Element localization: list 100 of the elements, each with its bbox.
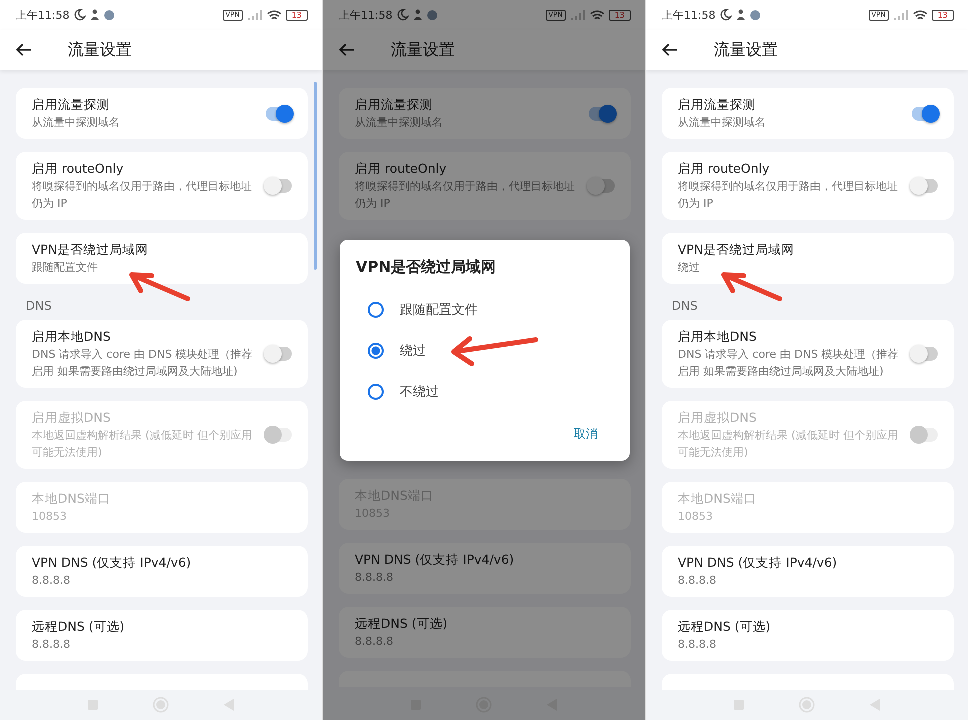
setting-value: 8.8.8.8 <box>678 573 718 589</box>
setting-value: 绕过 <box>678 260 701 276</box>
setting-value: 10853 <box>678 509 714 525</box>
signal-icon <box>570 10 586 20</box>
radio-button[interactable] <box>368 302 384 318</box>
setting-title: 启用本地DNS <box>678 328 758 346</box>
setting-description: 将嗅探得到的域名仅用于路由，代理目标地址仍为 IP <box>32 179 253 212</box>
setting-description: 从流量中探测域名 <box>355 115 444 131</box>
status-time: 上午11:58 <box>16 8 70 22</box>
setting-title: 启用虚拟DNS <box>678 409 758 427</box>
setting-description: 本地返回虚构解析结果 (减低延时 但个别应用可能无法使用) <box>678 428 900 461</box>
battery-indicator: 13 <box>932 10 954 20</box>
page-title: 流量设置 <box>714 40 778 60</box>
option-label[interactable]: 不绕过 <box>400 382 439 400</box>
home-icon[interactable] <box>152 697 169 713</box>
setting-title: 启用流量探测 <box>678 96 757 114</box>
back-arrow-icon[interactable] <box>662 43 678 57</box>
toggle-switch[interactable] <box>589 106 615 120</box>
setting-value: 10853 <box>32 509 68 525</box>
setting-title: VPN是否绕过局域网 <box>678 241 796 259</box>
setting-value: 8.8.8.8 <box>32 573 72 589</box>
battery-indicator: 13 <box>286 10 308 20</box>
moon-icon <box>74 9 86 21</box>
scrollbar[interactable] <box>314 82 317 270</box>
option-label[interactable]: 跟随配置文件 <box>400 300 478 318</box>
page-title: 流量设置 <box>391 40 455 60</box>
setting-title: 本地DNS端口 <box>678 490 758 508</box>
setting-title: 启用虚拟DNS <box>32 409 112 427</box>
settings-card[interactable]: 远程DNS (可选) 8.8.8.8 <box>16 610 308 661</box>
setting-value: 8.8.8.8 <box>355 570 394 586</box>
settings-card[interactable]: 启用流量探测 从流量中探测域名 <box>662 88 954 139</box>
back-arrow-icon[interactable] <box>16 43 32 57</box>
app-icon <box>104 10 115 20</box>
app-icon <box>750 10 761 20</box>
setting-description: 本地返回虚构解析结果 (减低延时 但个别应用可能无法使用) <box>32 428 254 461</box>
settings-card[interactable]: 启用流量探测 从流量中探测域名 <box>339 88 631 139</box>
recents-icon[interactable] <box>88 700 98 710</box>
toggle-switch[interactable] <box>266 347 292 361</box>
person-icon <box>736 9 746 21</box>
toggle-switch[interactable] <box>912 106 938 120</box>
app-icon <box>426 10 438 20</box>
toggle-switch[interactable] <box>912 179 938 193</box>
battery-indicator: 13 <box>608 10 631 20</box>
settings-card[interactable]: 启用本地DNS DNS 请求导入 core 由 DNS 模块处理（推荐启用 如果需要路由绕过局域网及大陆地址) <box>16 320 308 388</box>
setting-title: VPN是否绕过局域网 <box>32 241 150 259</box>
settings-card[interactable]: 远程DNS (可选) 8.8.8.8 <box>339 607 631 658</box>
setting-description: DNS 请求导入 core 由 DNS 模块处理（推荐启用 如果需要路由绕过局域网及大陆地址) <box>32 347 254 380</box>
setting-description: 将嗅探得到的域名仅用于路由，代理目标地址仍为 IP <box>355 179 576 212</box>
setting-value: 跟随配置文件 <box>32 260 99 276</box>
page-title: 流量设置 <box>68 40 132 60</box>
toggle-switch[interactable] <box>912 347 938 361</box>
setting-value: 8.8.8.8 <box>32 637 72 653</box>
settings-card[interactable]: VPN DNS (仅支持 IPv4/v6) 8.8.8.8 <box>339 543 631 594</box>
wifi-icon <box>590 10 605 20</box>
setting-description: 从流量中探测域名 <box>32 115 121 131</box>
radio-button[interactable] <box>368 342 384 358</box>
setting-title: VPN DNS (仅支持 IPv4/v6) <box>678 554 838 572</box>
toggle-switch[interactable] <box>266 179 292 193</box>
wifi-icon <box>266 10 282 20</box>
toggle-switch[interactable] <box>266 106 292 120</box>
cancel-button[interactable]: 取消 <box>570 422 602 447</box>
settings-card[interactable]: 远程DNS (可选) 8.8.8.8 <box>662 610 954 661</box>
person-icon <box>412 9 423 21</box>
settings-card[interactable]: VPN是否绕过局域网 跟随配置文件 <box>16 233 308 284</box>
option-label[interactable]: 绕过 <box>400 342 426 360</box>
status-time: 上午11:58 <box>339 8 393 22</box>
radio-button[interactable] <box>368 384 384 400</box>
setting-title: 启用 routeOnly <box>355 160 448 178</box>
settings-card[interactable]: 启用 routeOnly 将嗅探得到的域名仅用于路由，代理目标地址仍为 IP <box>339 152 631 220</box>
settings-card[interactable]: VPN是否绕过局域网 绕过 <box>662 233 954 284</box>
settings-card[interactable]: 启用本地DNS DNS 请求导入 core 由 DNS 模块处理（推荐启用 如果需要路由绕过局域网及大陆地址) <box>662 320 954 388</box>
setting-description: 将嗅探得到的域名仅用于路由，代理目标地址仍为 IP <box>678 179 899 212</box>
setting-title: 本地DNS端口 <box>32 490 112 508</box>
moon-icon <box>720 9 732 21</box>
person-icon <box>90 9 100 21</box>
settings-card[interactable]: 启用 routeOnly 将嗅探得到的域名仅用于路由，代理目标地址仍为 IP <box>16 152 308 220</box>
setting-title: 启用流量探测 <box>355 96 434 114</box>
settings-card[interactable]: VPN DNS (仅支持 IPv4/v6) 8.8.8.8 <box>16 546 308 597</box>
toggle-switch[interactable] <box>589 179 615 193</box>
wifi-icon <box>912 10 928 20</box>
setting-title: 启用 routeOnly <box>678 160 771 178</box>
setting-value: 8.8.8.8 <box>678 637 718 653</box>
setting-description: DNS 请求导入 core 由 DNS 模块处理（推荐启用 如果需要路由绕过局域网及大陆地址) <box>678 347 900 380</box>
home-icon[interactable] <box>798 697 815 713</box>
settings-card[interactable]: 启用 routeOnly 将嗅探得到的域名仅用于路由，代理目标地址仍为 IP <box>662 152 954 220</box>
setting-title: 启用本地DNS <box>32 328 112 346</box>
section-header: DNS <box>671 299 699 313</box>
status-time: 上午11:58 <box>662 8 716 22</box>
setting-title: 远程DNS (可选) <box>678 618 772 636</box>
back-icon[interactable] <box>870 699 880 711</box>
setting-title: 启用流量探测 <box>32 96 111 114</box>
signal-icon <box>246 10 263 20</box>
back-icon[interactable] <box>224 699 234 711</box>
setting-description: 从流量中探测域名 <box>678 115 767 131</box>
settings-card[interactable]: 启用流量探测 从流量中探测域名 <box>16 88 308 139</box>
setting-title: VPN DNS (仅支持 IPv4/v6) <box>32 554 192 572</box>
settings-card[interactable]: VPN DNS (仅支持 IPv4/v6) 8.8.8.8 <box>662 546 954 597</box>
recents-icon[interactable] <box>734 700 744 710</box>
setting-title: 远程DNS (可选) <box>355 615 449 633</box>
setting-title: 启用 routeOnly <box>32 160 125 178</box>
